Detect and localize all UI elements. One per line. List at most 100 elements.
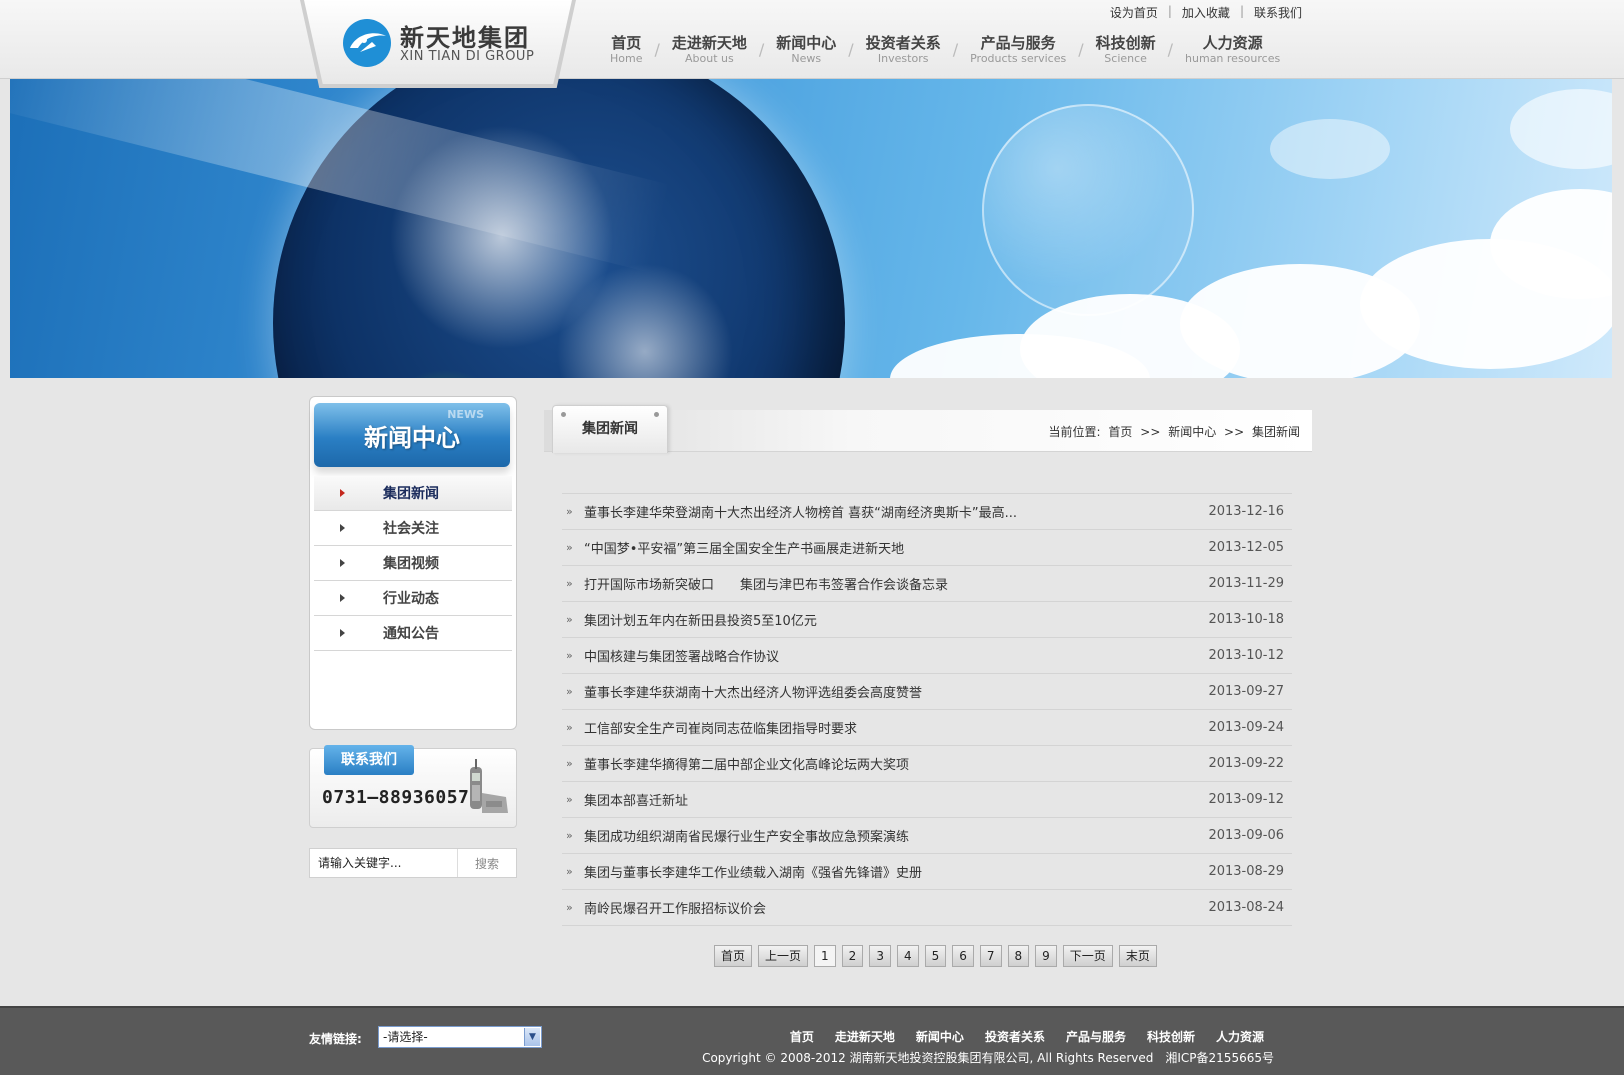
news-date: 2013-09-24 — [1208, 720, 1284, 735]
news-title[interactable]: 集团计划五年内在新田县投资5至10亿元 — [584, 610, 1192, 629]
sidebar-item-group-video[interactable]: 集团视频 — [314, 546, 512, 581]
news-item[interactable]: » 集团成功组织湖南省民爆行业生产安全事故应急预案演练 2013-09-06 — [562, 818, 1292, 854]
news-title[interactable]: 董事长李建华摘得第二届中部企业文化高峰论坛两大奖项 — [584, 754, 1192, 773]
news-item[interactable]: » 南岭民爆召开工作服招标议价会 2013-08-24 — [562, 890, 1292, 926]
news-item[interactable]: » 集团本部喜迁新址 2013-09-12 — [562, 782, 1292, 818]
nav-label-cn: 产品与服务 — [980, 34, 1056, 52]
pager-page-1[interactable]: 1 — [814, 945, 836, 967]
logo-text-cn[interactable]: 新天地集团 — [400, 18, 530, 53]
news-item[interactable]: » 董事长李建华获湖南十大杰出经济人物评选组委会高度赞誉 2013-09-27 — [562, 674, 1292, 710]
news-title[interactable]: 南岭民爆召开工作服招标议价会 — [584, 898, 1192, 917]
news-title[interactable]: 董事长李建华荣登湖南十大杰出经济人物榜首 喜获“湖南经济奥斯卡”最高... — [584, 502, 1192, 521]
news-date: 2013-09-27 — [1208, 684, 1284, 699]
section-title-text: 集团新闻 — [582, 421, 638, 437]
footer-link-news[interactable]: 新闻中心 — [916, 1028, 964, 1045]
news-title[interactable]: 集团成功组织湖南省民爆行业生产安全事故应急预案演练 — [584, 826, 1192, 845]
set-homepage-link[interactable]: 设为首页 — [1100, 4, 1168, 21]
double-chevron-icon: » — [566, 721, 573, 734]
news-item[interactable]: » 中国核建与集团签署战略合作协议 2013-10-12 — [562, 638, 1292, 674]
nav-item-science[interactable]: 科技创新 Science — [1084, 34, 1168, 70]
footer-link-hr[interactable]: 人力资源 — [1216, 1028, 1264, 1045]
footer-link-products[interactable]: 产品与服务 — [1066, 1028, 1126, 1045]
pin-icon — [654, 412, 659, 417]
footer-link-investors[interactable]: 投资者关系 — [985, 1028, 1045, 1045]
pager-prev-button[interactable]: 上一页 — [758, 945, 809, 967]
double-chevron-icon: » — [566, 865, 573, 878]
sidebar-item-label: 社会关注 — [383, 521, 439, 537]
news-item[interactable]: » 董事长李建华摘得第二届中部企业文化高峰论坛两大奖项 2013-09-22 — [562, 746, 1292, 782]
pager-page-9[interactable]: 9 — [1035, 945, 1057, 967]
news-date: 2013-08-29 — [1208, 864, 1284, 879]
friend-links-label: 友情链接: — [309, 1032, 362, 1046]
pager-first-button[interactable]: 首页 — [714, 945, 753, 967]
pager-page-4[interactable]: 4 — [896, 945, 919, 967]
breadcrumb-current[interactable]: 集团新闻 — [1252, 425, 1300, 439]
nav-item-hr[interactable]: 人力资源 human resources — [1173, 34, 1292, 70]
news-item[interactable]: » 工信部安全生产司崔岗同志莅临集团指导时要求 2013-09-24 — [562, 710, 1292, 746]
company-logo-icon[interactable] — [342, 18, 392, 68]
pager-page-6[interactable]: 6 — [952, 945, 974, 967]
search-button[interactable]: 搜索 — [458, 849, 516, 877]
news-date: 2013-11-29 — [1208, 576, 1284, 591]
nav-label-en: Products services — [970, 52, 1067, 65]
pager-page-7[interactable]: 7 — [979, 945, 1002, 967]
nav-item-products[interactable]: 产品与服务 Products services — [958, 34, 1078, 70]
sidebar-item-social-attention[interactable]: 社会关注 — [314, 511, 512, 546]
pin-icon — [561, 412, 566, 417]
footer-link-science[interactable]: 科技创新 — [1147, 1028, 1195, 1045]
news-item[interactable]: » 董事长李建华荣登湖南十大杰出经济人物榜首 喜获“湖南经济奥斯卡”最高... 20… — [562, 494, 1292, 530]
pager-page-3[interactable]: 3 — [869, 945, 891, 967]
caret-right-icon — [340, 489, 345, 497]
add-favorite-link[interactable]: 加入收藏 — [1172, 4, 1240, 21]
pager-page-8[interactable]: 8 — [1007, 945, 1030, 967]
news-title[interactable]: 中国核建与集团签署战略合作协议 — [584, 646, 1192, 665]
breadcrumb: 当前位置: 首页 >> 新闻中心 >> 集团新闻 — [1047, 423, 1302, 440]
pager-page-2[interactable]: 2 — [841, 945, 864, 967]
nav-label-cn: 新闻中心 — [776, 34, 837, 52]
breadcrumb-home[interactable]: 首页 — [1108, 425, 1132, 439]
footer-link-home[interactable]: 首页 — [790, 1028, 814, 1045]
contact-label[interactable]: 联系我们 — [324, 745, 414, 775]
sidebar-item-group-news[interactable]: 集团新闻 — [314, 476, 512, 511]
search-input[interactable] — [310, 849, 458, 877]
nav-item-investors[interactable]: 投资者关系 Investors — [854, 34, 953, 70]
sidebar-item-label: 通知公告 — [383, 626, 439, 642]
contact-us-link[interactable]: 联系我们 — [1244, 4, 1312, 21]
site-footer: 友情链接: -请选择- ▼ 首页 走进新天地 新闻中心 投资者关系 产品与服务 … — [0, 1006, 1624, 1075]
nav-label-cn: 科技创新 — [1095, 34, 1156, 52]
copyright-text: Copyright © 2008-2012 湖南新天地投资控股集团有限公司, A… — [702, 1051, 1274, 1065]
news-title[interactable]: 打开国际市场新突破口 集团与津巴布韦签署合作会谈备忘录 — [584, 574, 1192, 593]
news-title[interactable]: 集团本部喜迁新址 — [584, 790, 1192, 809]
pager-last-button[interactable]: 末页 — [1118, 945, 1157, 967]
friend-links-select[interactable]: -请选择- ▼ — [378, 1026, 542, 1048]
pager-page-5[interactable]: 5 — [924, 945, 947, 967]
footer-link-about[interactable]: 走进新天地 — [835, 1028, 895, 1045]
news-item[interactable]: » 集团与董事长李建华工作业绩载入湖南《强省先锋谱》史册 2013-08-29 — [562, 854, 1292, 890]
sidebar-item-industry-news[interactable]: 行业动态 — [314, 581, 512, 616]
news-list: » 董事长李建华荣登湖南十大杰出经济人物榜首 喜获“湖南经济奥斯卡”最高... 20… — [562, 493, 1292, 926]
news-title[interactable]: 集团与董事长李建华工作业绩载入湖南《强省先锋谱》史册 — [584, 862, 1192, 881]
sidebar-item-notices[interactable]: 通知公告 — [314, 616, 512, 651]
news-title[interactable]: “中国梦•平安福”第三届全国安全生产书画展走进新天地 — [584, 538, 1192, 557]
double-chevron-icon: » — [566, 757, 573, 770]
contact-box: 联系我们 0731—88936057 — [309, 745, 517, 828]
nav-item-about[interactable]: 走进新天地 About us — [660, 34, 759, 70]
news-title[interactable]: 工信部安全生产司崔岗同志莅临集团指导时要求 — [584, 718, 1192, 737]
contact-phone: 0731—88936057 — [322, 787, 470, 808]
nav-item-news[interactable]: 新闻中心 News — [764, 34, 848, 70]
friend-links-selected: -请选择- — [383, 1030, 428, 1044]
news-item[interactable]: » “中国梦•平安福”第三届全国安全生产书画展走进新天地 2013-12-05 — [562, 530, 1292, 566]
caret-right-icon — [340, 524, 345, 532]
cloud — [1510, 89, 1612, 169]
news-item[interactable]: » 集团计划五年内在新田县投资5至10亿元 2013-10-18 — [562, 602, 1292, 638]
nav-label-cn: 首页 — [611, 34, 642, 52]
news-item[interactable]: » 打开国际市场新突破口 集团与津巴布韦签署合作会谈备忘录 2013-11-29 — [562, 566, 1292, 602]
nav-item-home[interactable]: 首页 Home — [598, 34, 654, 70]
news-title[interactable]: 董事长李建华获湖南十大杰出经济人物评选组委会高度赞誉 — [584, 682, 1192, 701]
pager-next-button[interactable]: 下一页 — [1062, 945, 1113, 967]
double-chevron-icon: » — [566, 901, 573, 914]
pagination: 首页 上一页 1 2 3 4 5 6 7 8 9 下一页 末页 — [714, 945, 1157, 967]
chevron-down-icon[interactable]: ▼ — [524, 1028, 540, 1046]
logo-text-en[interactable]: XIN TIAN DI GROUP — [400, 49, 534, 64]
breadcrumb-news-center[interactable]: 新闻中心 — [1168, 425, 1216, 439]
